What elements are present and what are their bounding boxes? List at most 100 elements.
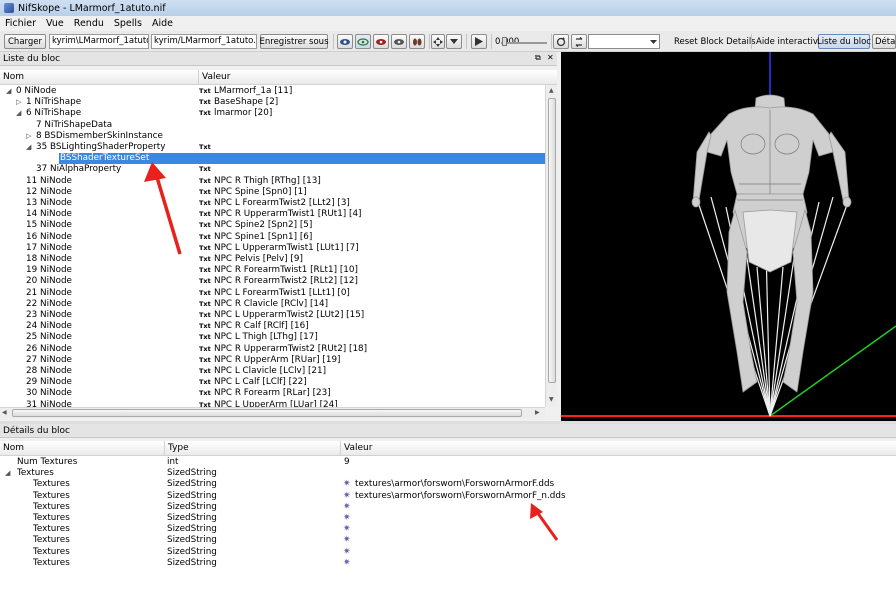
column-value[interactable]: Valeur (202, 72, 230, 82)
column-divider[interactable] (198, 70, 199, 85)
scroll-down-icon[interactable]: ▼ (549, 396, 554, 403)
block-row[interactable]: ◢ 0 NiNode Txt LMarmorf_1a [11] (0, 86, 545, 97)
animation-select[interactable] (588, 34, 660, 49)
block-list-horizontal-scrollbar[interactable]: ◀ ▶ (0, 407, 545, 418)
block-row[interactable]: 30 NiNode Txt NPC R Forearm [RLar] [23] (0, 388, 545, 399)
texture-gear-icon[interactable]: ✷ (343, 558, 351, 569)
block-row[interactable]: ▷ 8 BSDismemberSkinInstance (0, 131, 545, 142)
block-row[interactable]: 24 NiNode Txt NPC R Calf [RClf] [16] (0, 321, 545, 332)
close-icon[interactable]: ✕ (547, 53, 554, 62)
detail-row[interactable]: Textures SizedString ✷ (0, 558, 896, 569)
scroll-left-icon[interactable]: ◀ (2, 409, 7, 416)
detail-row[interactable]: Textures SizedString ✷ textures\armor\forsw… (0, 479, 896, 490)
block-row[interactable]: 15 NiNode Txt NPC Spine2 [Spn2] [5] (0, 220, 545, 231)
eye-wire-icon[interactable] (355, 34, 371, 49)
detail-row[interactable]: Textures SizedString ✷ (0, 535, 896, 546)
block-row[interactable]: 26 NiNode Txt NPC R UpperarmTwist2 [RUt2] … (0, 344, 545, 355)
scroll-thumb[interactable] (12, 409, 522, 417)
texture-gear-icon[interactable]: ✷ (343, 502, 351, 513)
block-row[interactable]: 7 NiTriShapeData (0, 120, 545, 131)
loop-icon[interactable] (553, 34, 569, 49)
menu-spells[interactable]: Spells (109, 18, 147, 29)
detail-row[interactable]: Textures SizedString ✷ (0, 513, 896, 524)
block-row[interactable]: ◢ 6 NiTriShape Txt lmarmor [20] (0, 108, 545, 119)
switch-icon[interactable] (571, 34, 587, 49)
block-row[interactable]: 25 NiNode Txt NPC L Thigh [LThg] [17] (0, 332, 545, 343)
column-value[interactable]: Valeur (344, 443, 372, 453)
collapse-triangle-icon[interactable]: ◢ (26, 142, 31, 153)
scroll-up-icon[interactable]: ▲ (549, 87, 554, 94)
path-field-right[interactable]: kyrim/LMarmorf_1atuto.nif (151, 34, 257, 49)
block-row[interactable]: 27 NiNode Txt NPC R UpperArm [RUar] [19] (0, 355, 545, 366)
block-row[interactable]: 28 NiNode Txt NPC L Clavicle [LClv] [21] (0, 366, 545, 377)
collapse-triangle-icon[interactable]: ◢ (16, 108, 21, 119)
detail-row[interactable]: Textures SizedString ✷ (0, 547, 896, 558)
expand-triangle-icon[interactable]: ▷ (16, 97, 21, 108)
block-row[interactable]: ▷ 1 NiTriShape Txt BaseShape [2] (0, 97, 545, 108)
block-row[interactable]: 18 NiNode Txt NPC Pelvis [Pelv] [9] (0, 254, 545, 265)
block-row-selected[interactable]: 36 BSShaderTextureSet (0, 153, 545, 165)
time-slider[interactable] (501, 42, 547, 44)
detail-row[interactable]: Textures SizedString ✷ textures\armor\forsw… (0, 491, 896, 502)
block-list-vertical-scrollbar[interactable]: ▲ ▼ (545, 85, 557, 407)
detail-value[interactable]: 9 (344, 457, 350, 468)
block-row[interactable]: 21 NiNode Txt NPC L ForearmTwist1 [LLt1] [… (0, 288, 545, 299)
block-details-toggle[interactable]: Déta (872, 34, 896, 49)
scroll-right-icon[interactable]: ▶ (535, 409, 540, 416)
block-row[interactable]: 12 NiNode Txt NPC Spine [Spn0] [1] (0, 187, 545, 198)
texture-gear-icon[interactable]: ✷ (343, 547, 351, 558)
time-slider-handle[interactable] (502, 37, 507, 46)
view-dropdown-icon[interactable] (446, 34, 462, 49)
detail-value[interactable]: textures\armor\forsworn\ForswornArmorF.d… (355, 479, 554, 490)
block-row[interactable]: 19 NiNode Txt NPC R ForearmTwist1 [RLt1] [… (0, 265, 545, 276)
detail-row[interactable]: Num Textures int 9 (0, 457, 896, 468)
column-divider[interactable] (164, 441, 165, 456)
block-row[interactable]: 20 NiNode Txt NPC R ForearmTwist2 [RLt2] [… (0, 276, 545, 287)
save-as-button[interactable]: Enregistrer sous (260, 34, 329, 49)
detail-row[interactable]: ◢ Textures SizedString (0, 468, 896, 479)
block-row[interactable]: 22 NiNode Txt NPC R Clavicle [RClv] [14] (0, 299, 545, 310)
collapse-triangle-icon[interactable]: ◢ (6, 86, 11, 97)
detail-row[interactable]: Textures SizedString ✷ (0, 524, 896, 535)
move-icon[interactable] (431, 34, 445, 49)
block-row[interactable]: 29 NiNode Txt NPC L Calf [LClf] [22] (0, 377, 545, 388)
path-field-left[interactable]: kyrim\LMarmorf_1atuto.nif (49, 34, 149, 49)
block-row[interactable]: 11 NiNode Txt NPC R Thigh [RThg] [13] (0, 176, 545, 187)
menu-vue[interactable]: Vue (41, 18, 69, 29)
menu-aide[interactable]: Aide (147, 18, 178, 29)
column-type[interactable]: Type (168, 443, 189, 453)
block-row[interactable]: 23 NiNode Txt NPC L UpperarmTwist2 [LUt2] … (0, 310, 545, 321)
block-row[interactable]: ◢ 35 BSLightingShaderProperty Txt (0, 142, 545, 153)
block-row[interactable]: 14 NiNode Txt NPC R UpperarmTwist1 [RUt1] … (0, 209, 545, 220)
texture-gear-icon[interactable]: ✷ (343, 535, 351, 546)
column-name[interactable]: Nom (3, 443, 24, 453)
menu-fichier[interactable]: Fichier (0, 18, 41, 29)
float-icon[interactable]: ⧉ (535, 53, 541, 63)
block-row[interactable]: 37 NiAlphaProperty Txt (0, 164, 545, 175)
texture-gear-icon[interactable]: ✷ (343, 524, 351, 535)
play-icon[interactable] (471, 34, 487, 49)
column-divider[interactable] (340, 441, 341, 456)
eye-red-icon[interactable] (373, 34, 389, 49)
texture-gear-icon[interactable]: ✷ (343, 513, 351, 524)
block-row[interactable]: 31 NiNode Txt NPC L UpperArm [LUar] [24] (0, 400, 545, 407)
interactive-help-button[interactable]: Aide interactive (756, 34, 823, 49)
menu-rendu[interactable]: Rendu (69, 18, 109, 29)
footprint-icon[interactable] (409, 34, 425, 49)
block-row[interactable]: 16 NiNode Txt NPC Spine1 [Spn1] [6] (0, 232, 545, 243)
3d-viewport[interactable] (561, 52, 896, 421)
load-button[interactable]: Charger (4, 34, 46, 49)
column-name[interactable]: Nom (3, 72, 24, 82)
block-row[interactable]: 17 NiNode Txt NPC L UpperarmTwist1 [LUt1] … (0, 243, 545, 254)
eye-view-icon[interactable] (337, 34, 353, 49)
reset-block-details-button[interactable]: Reset Block Details (674, 34, 756, 49)
block-list-toggle[interactable]: Liste du bloc (817, 34, 871, 49)
detail-row[interactable]: Textures SizedString ✷ (0, 502, 896, 513)
scroll-thumb[interactable] (548, 98, 556, 383)
texture-gear-icon[interactable]: ✷ (343, 479, 351, 490)
texture-gear-icon[interactable]: ✷ (343, 491, 351, 502)
block-row[interactable]: 13 NiNode Txt NPC L ForearmTwist2 [LLt2] [… (0, 198, 545, 209)
eye-dark-icon[interactable] (391, 34, 407, 49)
expand-triangle-icon[interactable]: ▷ (26, 131, 31, 142)
collapse-triangle-icon[interactable]: ◢ (5, 468, 10, 479)
